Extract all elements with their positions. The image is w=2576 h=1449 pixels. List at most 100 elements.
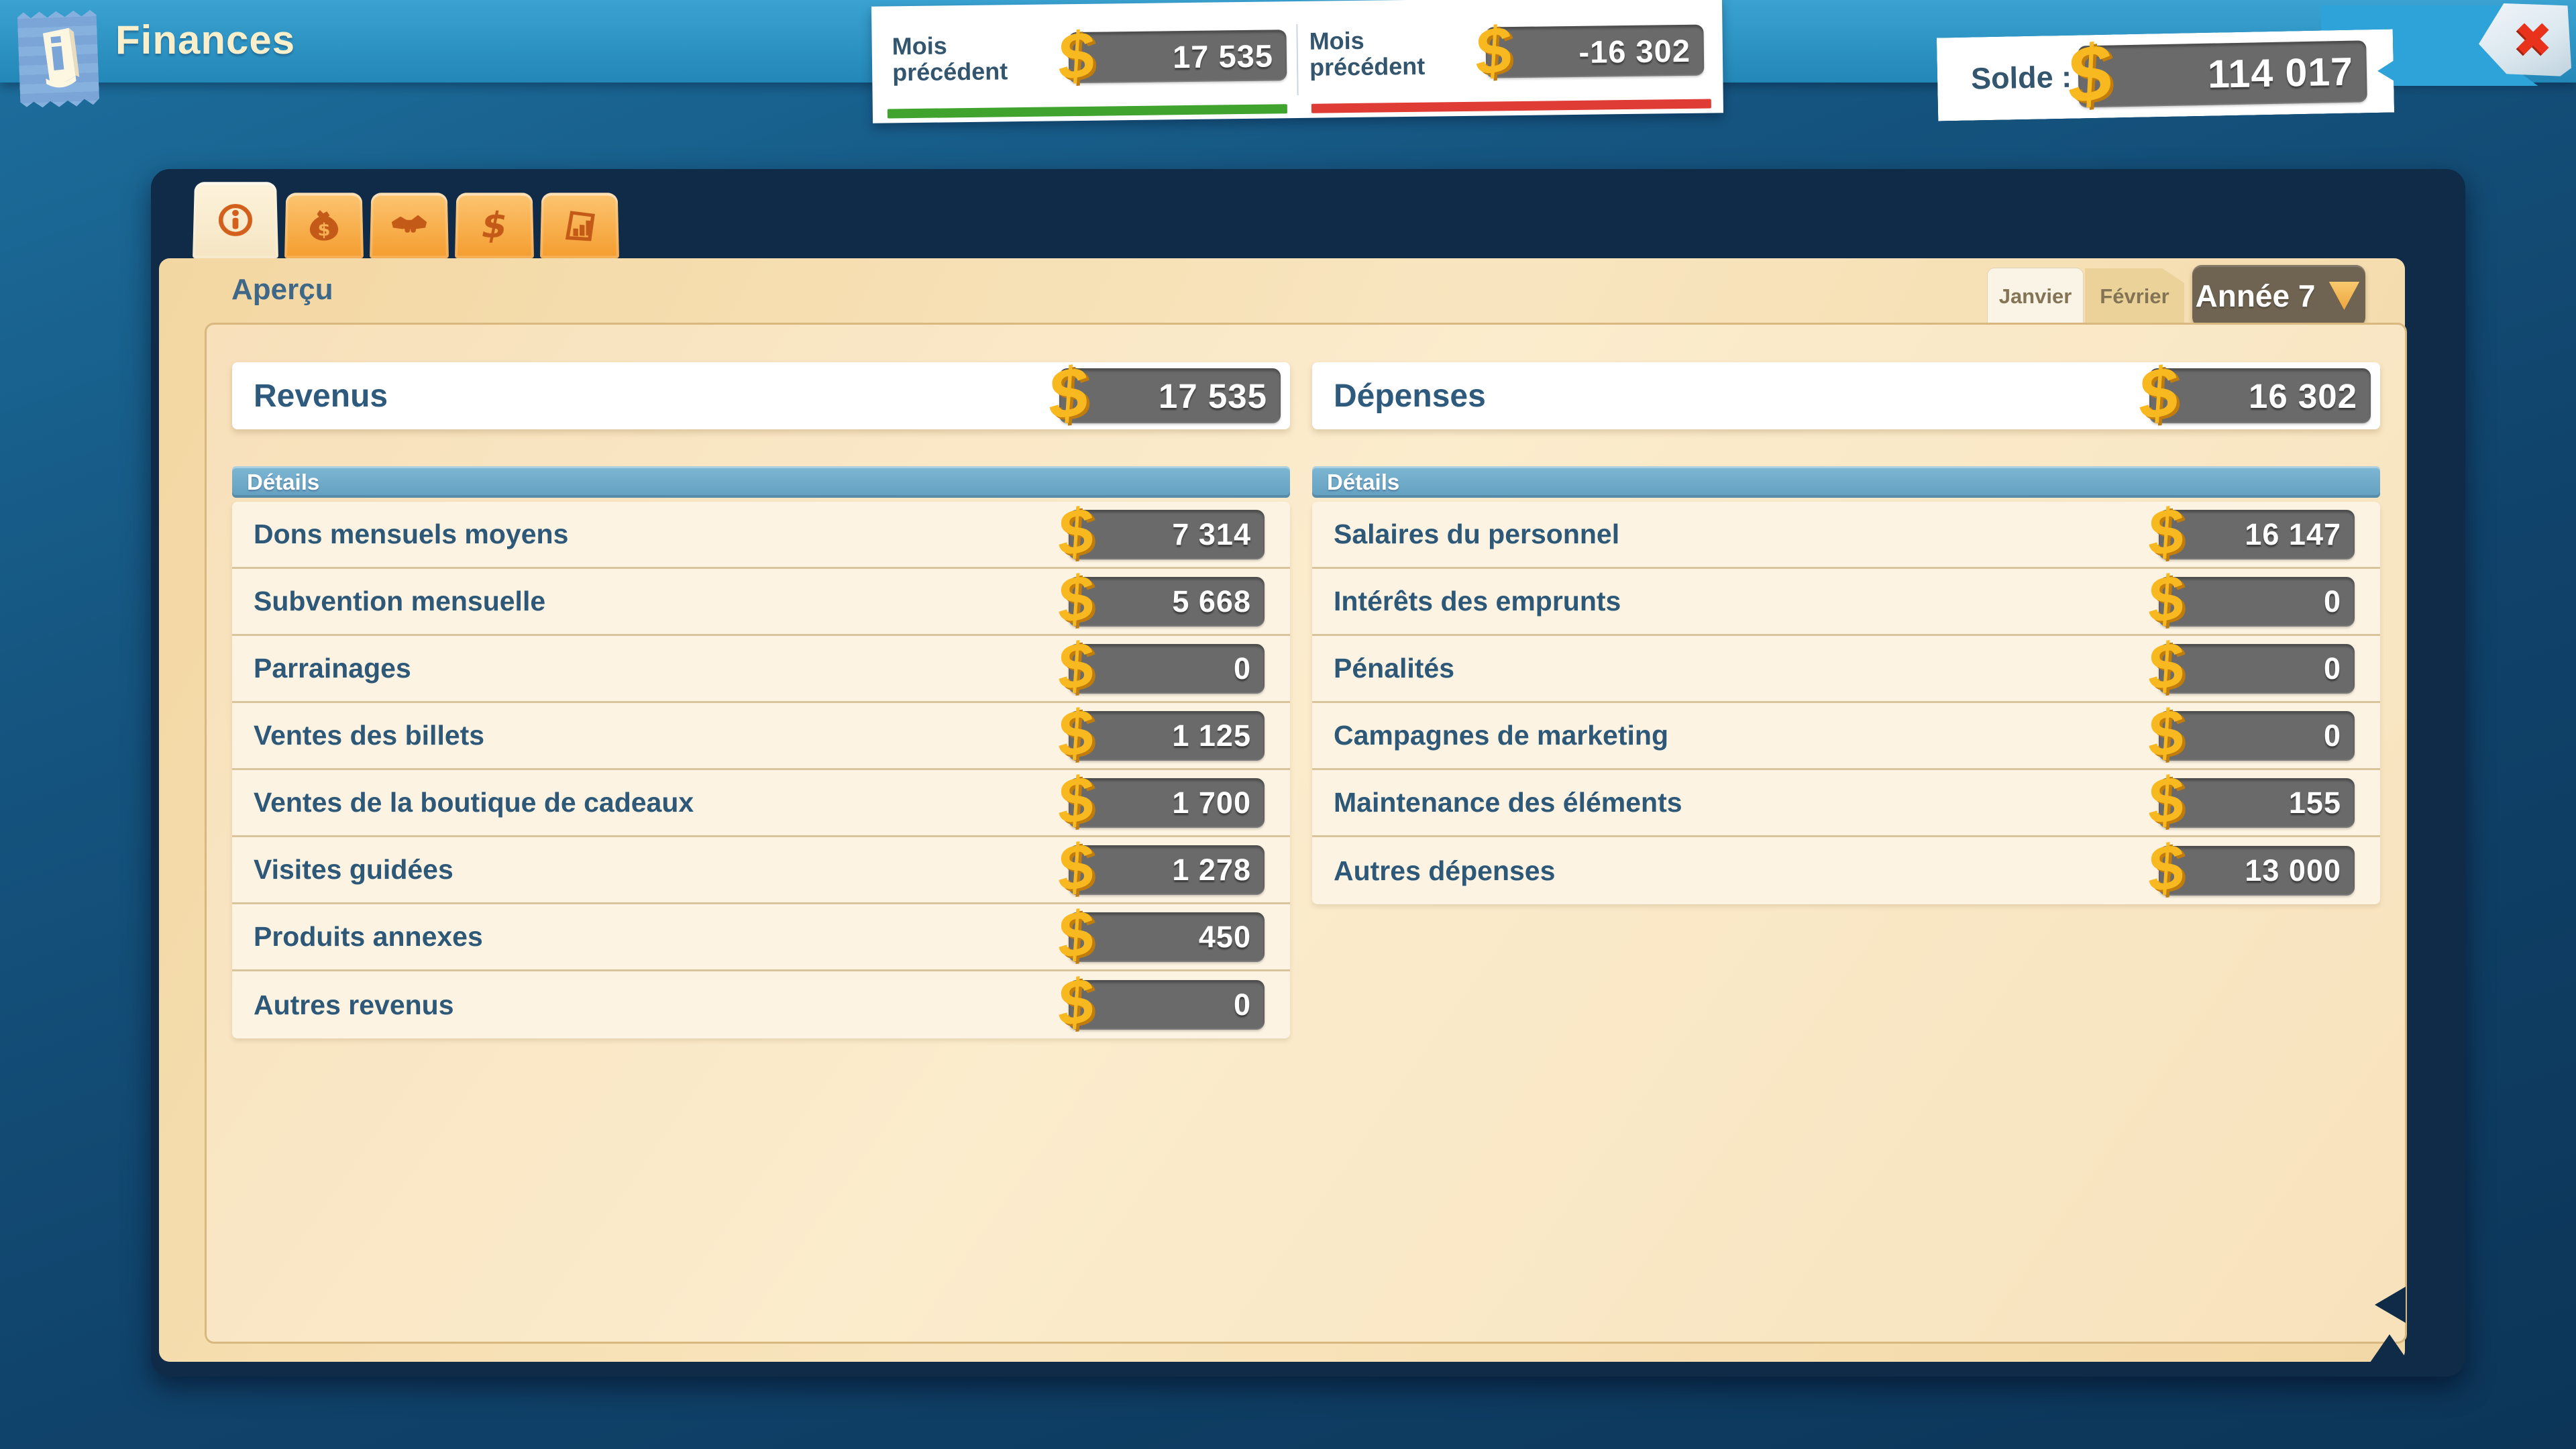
revenues-title: Revenus bbox=[232, 378, 388, 415]
amount-pill: $7 314 bbox=[1069, 510, 1265, 559]
finance-row: Pénalités $0 bbox=[1312, 636, 2380, 703]
amount-pill: $0 bbox=[2159, 644, 2355, 694]
finance-row: Intérêts des emprunts $0 bbox=[1312, 569, 2380, 636]
month-button-fevrier[interactable]: Février bbox=[2085, 268, 2184, 325]
close-x-icon bbox=[2510, 18, 2554, 62]
row-label: Dons mensuels moyens bbox=[232, 519, 568, 550]
dollar-icon: $ bbox=[1054, 21, 1098, 90]
row-label: Autres revenus bbox=[232, 989, 454, 1021]
window-title: Finances bbox=[115, 0, 295, 83]
amount-pill: $ -16 302 bbox=[1485, 25, 1704, 78]
amount-pill: $13 000 bbox=[2159, 846, 2355, 896]
handshake-icon bbox=[390, 207, 428, 243]
row-label: Maintenance des éléments bbox=[1312, 787, 1682, 818]
tab-overview[interactable] bbox=[193, 182, 278, 258]
finance-row: Ventes des billets $1 125 bbox=[232, 703, 1290, 770]
amount-value: 17 535 bbox=[1159, 376, 1281, 416]
dollar-icon: $ bbox=[1044, 356, 1092, 431]
amount-value: 0 bbox=[2324, 651, 2355, 686]
row-label: Campagnes de marketing bbox=[1312, 720, 1668, 751]
tab-sponsorships[interactable] bbox=[370, 193, 449, 258]
dollar-icon: $ bbox=[2062, 32, 2117, 117]
amount-pill: $16 147 bbox=[2159, 510, 2355, 559]
tab-finance[interactable]: $ bbox=[455, 193, 534, 258]
finance-row: Subvention mensuelle $5 668 bbox=[232, 569, 1290, 636]
amount-value: 1 125 bbox=[1172, 718, 1265, 753]
finances-window: $ $ bbox=[151, 169, 2465, 1377]
previous-month-expense-label: Mois précédent bbox=[1309, 28, 1425, 81]
finance-row: Maintenance des éléments $155 bbox=[1312, 770, 2380, 837]
dollar-icon: $ bbox=[2144, 767, 2187, 835]
amount-value: -16 302 bbox=[1578, 32, 1704, 70]
divider bbox=[1296, 24, 1298, 95]
amount-value: 0 bbox=[1234, 651, 1265, 686]
dollar-icon: $ bbox=[1054, 502, 1097, 566]
dollar-icon: $ bbox=[2135, 356, 2182, 431]
row-label: Parrainages bbox=[232, 653, 411, 684]
chevron-down-icon bbox=[2326, 282, 2362, 310]
balance-value: 114 017 bbox=[2207, 48, 2367, 97]
amount-value: 7 314 bbox=[1172, 517, 1265, 552]
balance-label: Solde : bbox=[1937, 60, 2072, 97]
row-label: Ventes de la boutique de cadeaux bbox=[232, 787, 694, 818]
dollar-icon: $ bbox=[2144, 700, 2187, 767]
previous-month-income: Mois précédent $ 17 535 bbox=[892, 1, 1298, 113]
dollar-icon: $ bbox=[1054, 901, 1097, 969]
previous-month-banner: Mois précédent $ 17 535 Mois précédent $… bbox=[871, 0, 1723, 123]
bar-chart-icon bbox=[561, 207, 598, 243]
amount-value: 1 700 bbox=[1172, 786, 1265, 820]
journal-book-icon bbox=[30, 22, 87, 97]
dollar-icon: $ bbox=[2144, 502, 2187, 566]
amount-pill: $0 bbox=[1069, 644, 1265, 694]
row-label: Autres dépenses bbox=[1312, 855, 1555, 887]
amount-pill: $450 bbox=[1069, 912, 1265, 962]
amount-value: 17 535 bbox=[1173, 37, 1287, 75]
revenues-rows: Dons mensuels moyens $7 314 Subvention m… bbox=[232, 502, 1290, 1038]
month-button-janvier[interactable]: Janvier bbox=[1988, 268, 2083, 325]
panel-title: Aperçu bbox=[231, 273, 333, 307]
finances-journal-icon bbox=[17, 7, 99, 111]
amount-value: 5 668 bbox=[1172, 584, 1265, 619]
dollar-icon: $ bbox=[2144, 835, 2187, 903]
amount-value: 16 147 bbox=[2245, 517, 2355, 552]
amount-pill: $0 bbox=[2159, 577, 2355, 627]
dollar-icon: $ bbox=[1054, 633, 1097, 700]
dollar-icon: $ bbox=[1054, 969, 1097, 1037]
amount-pill: $1 278 bbox=[1069, 845, 1265, 895]
amount-pill: $ 17 535 bbox=[1068, 30, 1287, 83]
finance-row: Dons mensuels moyens $7 314 bbox=[232, 502, 1290, 569]
amount-pill: $1 700 bbox=[1069, 778, 1265, 828]
row-label: Produits annexes bbox=[232, 921, 483, 953]
amount-pill: $0 bbox=[1069, 980, 1265, 1030]
details-header: Détails bbox=[1312, 466, 2380, 498]
dollar-icon: $ bbox=[1054, 566, 1097, 633]
tab-reports[interactable] bbox=[540, 193, 619, 258]
amount-value: 13 000 bbox=[2245, 853, 2355, 888]
year-dropdown-button[interactable]: Année 7 bbox=[2192, 265, 2365, 327]
row-label: Pénalités bbox=[1312, 653, 1454, 684]
money-bag-icon: $ bbox=[305, 207, 342, 243]
info-icon bbox=[216, 201, 254, 237]
row-label: Salaires du personnel bbox=[1312, 519, 1619, 550]
row-label: Visites guidées bbox=[232, 854, 453, 885]
amount-value: 0 bbox=[2324, 718, 2355, 753]
amount-value: 450 bbox=[1199, 920, 1265, 955]
svg-text:$: $ bbox=[482, 207, 508, 243]
amount-pill: $ 17 535 bbox=[1059, 368, 1281, 423]
previous-month-income-label: Mois précédent bbox=[892, 32, 1008, 86]
amount-pill: $0 bbox=[2159, 711, 2355, 761]
finance-row: Salaires du personnel $16 147 bbox=[1312, 502, 2380, 569]
dollar-icon: $ bbox=[1054, 834, 1097, 902]
previous-month-expense: Mois précédent $ -16 302 bbox=[1309, 0, 1715, 109]
expenses-title: Dépenses bbox=[1312, 378, 1486, 415]
year-dropdown-label: Année 7 bbox=[2196, 278, 2316, 314]
tab-donations[interactable]: $ bbox=[284, 193, 364, 258]
dollar-icon: $ bbox=[1054, 700, 1097, 767]
finance-row: Parrainages $0 bbox=[232, 636, 1290, 703]
svg-text:$: $ bbox=[317, 220, 330, 240]
details-header: Détails bbox=[232, 466, 1290, 498]
amount-value: 0 bbox=[1234, 987, 1265, 1022]
expenses-column: Dépenses $ 16 302 Détails Salaires du pe… bbox=[1312, 362, 2380, 904]
revenues-column: Revenus $ 17 535 Détails Dons mensuels m… bbox=[232, 362, 1290, 1038]
dollar-icon: $ bbox=[1054, 767, 1097, 835]
